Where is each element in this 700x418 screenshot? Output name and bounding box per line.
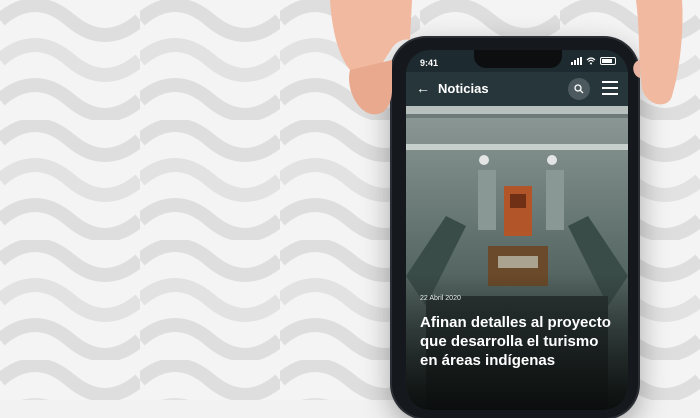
search-icon <box>574 84 584 94</box>
hamburger-menu-icon[interactable] <box>602 81 618 95</box>
app-bar: ← Noticias <box>406 72 628 106</box>
article-date: 22 Abril 2020 <box>420 295 461 302</box>
signal-icon <box>571 57 582 65</box>
page-title: Noticias <box>438 81 489 96</box>
back-arrow-icon[interactable]: ← <box>416 80 430 96</box>
wifi-icon <box>586 57 596 65</box>
search-button[interactable] <box>568 78 590 100</box>
status-icons <box>571 57 616 65</box>
status-time: 9:41 <box>420 58 439 68</box>
phone-notch <box>474 50 562 68</box>
battery-icon <box>600 57 616 65</box>
phone-screen: 9:41 ← Noticias 22 Abril 2020 Afinan det… <box>406 50 628 410</box>
article-title[interactable]: Afinan detalles al proyecto que desarrol… <box>420 313 620 370</box>
